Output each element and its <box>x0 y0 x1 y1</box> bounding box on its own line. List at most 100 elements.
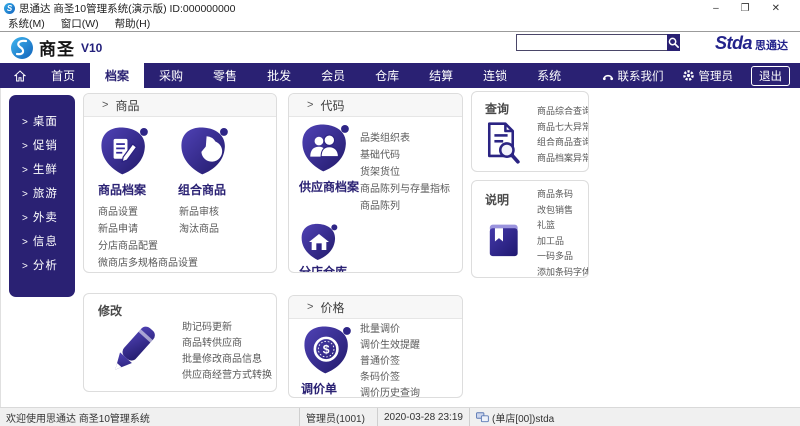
status-user: 管理员(1001) <box>300 408 378 426</box>
nav-item-home[interactable]: 首页 <box>36 63 90 88</box>
close-button[interactable]: ✕ <box>772 3 780 14</box>
link-item[interactable]: 商品七大异常 <box>537 120 588 136</box>
sidebar-item-takeout[interactable]: > 外卖 <box>9 205 75 229</box>
modify-links: 助记码更新 商品转供应商 批量修改商品信息 供应商经营方式转换 <box>182 320 272 384</box>
sidebar-label: 分析 <box>32 260 58 272</box>
nav-item-wholesale[interactable]: 批发 <box>252 63 306 88</box>
link-item[interactable]: 商品陈列与存量指标 <box>360 181 450 198</box>
link-item[interactable]: 商品陈列 <box>360 198 450 215</box>
nav-item-warehouse[interactable]: 仓库 <box>360 63 414 88</box>
menu-window[interactable]: 窗口(W) <box>61 16 99 31</box>
link-item[interactable]: 新品审核 <box>179 204 219 221</box>
link-item[interactable]: 普通价签 <box>360 354 420 370</box>
sidebar-label: 信息 <box>32 236 58 248</box>
menu-help[interactable]: 帮助(H) <box>115 16 151 31</box>
combo-product-icon <box>181 127 228 175</box>
link-item[interactable]: 礼篮 <box>537 218 588 234</box>
link-item[interactable]: 批量修改商品信息 <box>182 352 272 368</box>
maximize-button[interactable]: ❐ <box>741 3 750 14</box>
link-item[interactable]: 添加条码字体 <box>537 265 588 278</box>
card-price-header: > 价格 <box>289 296 462 319</box>
admin-menu[interactable]: 管理员 <box>682 68 734 84</box>
link-item[interactable]: 加工品 <box>537 234 588 250</box>
nav-item-settlement[interactable]: 结算 <box>414 63 468 88</box>
statusbar: 欢迎使用思通达 商圣10管理系统 管理员(1001) 2020-03-28 23… <box>0 407 800 426</box>
menu-system[interactable]: 系统(M) <box>8 16 45 31</box>
supplier-archive-icon <box>302 124 349 172</box>
left-sidebar: > 桌面 > 促销 > 生鲜 > 旅游 > 外卖 > 信息 > 分析 <box>9 95 75 297</box>
admin-label: 管理员 <box>698 70 734 83</box>
chevron-icon: > <box>102 99 109 111</box>
link-item[interactable]: 基础代码 <box>360 147 450 164</box>
menubar: 系统(M) 窗口(W) 帮助(H) <box>0 16 800 32</box>
link-item[interactable]: 组合商品查询 <box>537 135 588 151</box>
search-input[interactable] <box>516 34 667 51</box>
main-content: >桌面 >促销 >生鲜 >旅游 >外卖 >信息 >分析 > 商品 <box>0 88 800 407</box>
link-item[interactable]: 货架货位 <box>360 164 450 181</box>
card-title: 代码 <box>320 98 345 113</box>
search-button[interactable] <box>667 34 680 51</box>
sidebar-item-fresh[interactable]: > 生鲜 <box>9 157 75 181</box>
sidebar-item-travel[interactable]: > 旅游 <box>9 181 75 205</box>
link-item[interactable]: 品类组织表 <box>360 130 450 147</box>
link-item[interactable]: 商品条码 <box>537 187 588 203</box>
sidebar-label: 促销 <box>32 140 58 152</box>
link-item[interactable]: 商品设置 <box>98 204 179 221</box>
chevron-icon: > <box>22 261 29 272</box>
link-item[interactable]: 调价生效提醒 <box>360 338 420 354</box>
link-item[interactable]: 商品转供应商 <box>182 336 272 352</box>
tile-label: 分店仓库 <box>299 265 348 273</box>
sidebar-item-desktop[interactable]: > 桌面 <box>9 109 75 133</box>
tile-price-adjustment[interactable]: $ 调价单 <box>301 324 353 397</box>
link-item[interactable]: 助记码更新 <box>182 320 272 336</box>
link-item[interactable]: 导出盘点商品 <box>98 272 179 273</box>
link-item[interactable]: 改包销售 <box>537 203 588 219</box>
app-logo-icon: S <box>4 3 15 14</box>
link-item[interactable]: 供应商经营方式转换 <box>182 368 272 384</box>
minimize-button[interactable]: – <box>713 3 719 14</box>
sidebar-label: 生鲜 <box>32 164 58 176</box>
company-brand: Stda 思通达 <box>715 33 788 54</box>
chevron-icon: > <box>22 141 29 152</box>
status-datetime: 2020-03-28 23:19 <box>378 408 470 426</box>
window-controls: – ❐ ✕ <box>713 3 794 14</box>
link-item[interactable]: 一码多品 <box>537 249 588 265</box>
nav-item-member[interactable]: 会员 <box>306 63 360 88</box>
sidebar-item-analysis[interactable]: > 分析 <box>9 253 75 277</box>
query-document-icon <box>487 122 520 164</box>
phone-icon <box>602 74 613 80</box>
sidebar-item-promotion[interactable]: > 促销 <box>9 133 75 157</box>
link-item[interactable]: 分店商品配置 <box>98 238 179 255</box>
tile-label: 组合商品 <box>178 183 227 197</box>
tile-branch-warehouse[interactable]: 分店仓库 <box>299 222 348 273</box>
status-welcome: 欢迎使用思通达 商圣10管理系统 <box>0 408 300 426</box>
link-item[interactable]: 新品申请 <box>98 221 179 238</box>
link-item[interactable]: 微商店多规格商品设置 <box>98 255 198 272</box>
link-item[interactable]: 调价历史查询 <box>360 386 420 397</box>
tile-combo-product[interactable]: 组合商品 <box>178 125 230 198</box>
brand-en: Stda <box>714 33 753 53</box>
logout-button[interactable]: 退出 <box>751 65 790 86</box>
nav-item-archive[interactable]: 档案 <box>90 63 145 88</box>
card-modify: 修改 助记码更新 商品转供应商 批量修改商品信息 供应商经营方式转换 <box>83 293 277 392</box>
products-links-left: 商品设置 新品申请 分店商品配置 微商店多规格商品设置 导出盘点商品 <box>98 204 198 273</box>
nav-item-system[interactable]: 系统 <box>522 63 576 88</box>
nav-item-purchase[interactable]: 采购 <box>144 63 198 88</box>
tile-product-archive[interactable]: 商品档案 <box>98 125 150 198</box>
link-item[interactable]: 批量调价 <box>360 322 420 338</box>
nav-item-retail[interactable]: 零售 <box>198 63 252 88</box>
link-item[interactable]: 淘汰商品 <box>179 221 219 238</box>
nav-item-chain[interactable]: 连锁 <box>468 63 522 88</box>
tile-supplier-archive[interactable]: 供应商档案 <box>299 122 359 195</box>
sidebar-label: 桌面 <box>32 116 58 128</box>
product-archive-icon <box>101 127 148 175</box>
sidebar-item-info[interactable]: > 信息 <box>9 229 75 253</box>
navbar-right: 联系我们 管理员 退出 <box>602 63 800 88</box>
product-logo: 商圣 V10 <box>10 35 102 60</box>
manual-book-icon <box>489 224 518 257</box>
link-item[interactable]: 条码价签 <box>360 370 420 386</box>
link-item[interactable]: 商品综合查询 <box>537 104 588 120</box>
home-icon[interactable] <box>0 63 36 88</box>
link-item[interactable]: 商品档案异常 <box>537 151 588 167</box>
contact-us-link[interactable]: 联系我们 <box>602 68 664 84</box>
